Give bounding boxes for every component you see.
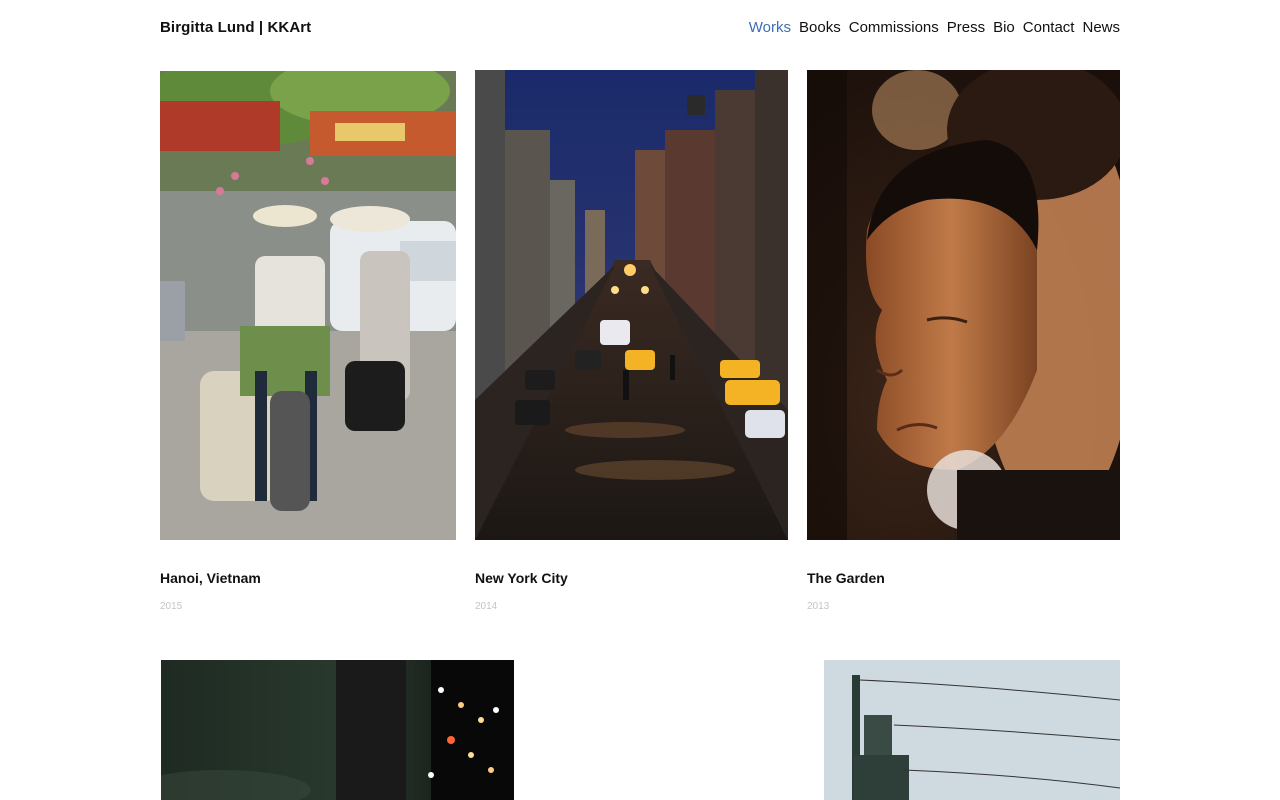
site-title[interactable]: Birgitta Lund | KKArt: [160, 19, 311, 36]
nav-commissions[interactable]: Commissions: [849, 19, 939, 36]
work-thumbnail-snowy-pole[interactable]: [824, 660, 1120, 800]
work-year-hanoi: 2015: [160, 601, 183, 612]
nav-contact[interactable]: Contact: [1023, 19, 1075, 36]
nav-works[interactable]: Works: [749, 19, 791, 36]
night-street-photo-image: [161, 660, 514, 800]
work-title-the-garden[interactable]: The Garden: [807, 570, 885, 586]
work-year-the-garden: 2013: [807, 601, 830, 612]
work-year-new-york-city: 2014: [475, 601, 498, 612]
nav-press[interactable]: Press: [947, 19, 985, 36]
work-thumbnail-new-york-city[interactable]: [475, 70, 788, 540]
nav-books[interactable]: Books: [799, 19, 841, 36]
work-thumbnail-the-garden[interactable]: [807, 70, 1120, 540]
new-york-city-photo-image: [475, 70, 788, 540]
the-garden-photo-image: [807, 70, 1120, 540]
work-title-hanoi[interactable]: Hanoi, Vietnam: [160, 570, 261, 586]
snowy-pole-photo-image: [824, 660, 1120, 800]
nav-news[interactable]: News: [1082, 19, 1120, 36]
work-title-new-york-city[interactable]: New York City: [475, 570, 568, 586]
main-nav: Works Books Commissions Press Bio Contac…: [749, 19, 1120, 36]
nav-bio[interactable]: Bio: [993, 19, 1015, 36]
work-thumbnail-night-street[interactable]: [161, 660, 514, 800]
hanoi-photo-image: [160, 71, 456, 540]
work-thumbnail-hanoi[interactable]: [160, 71, 456, 540]
